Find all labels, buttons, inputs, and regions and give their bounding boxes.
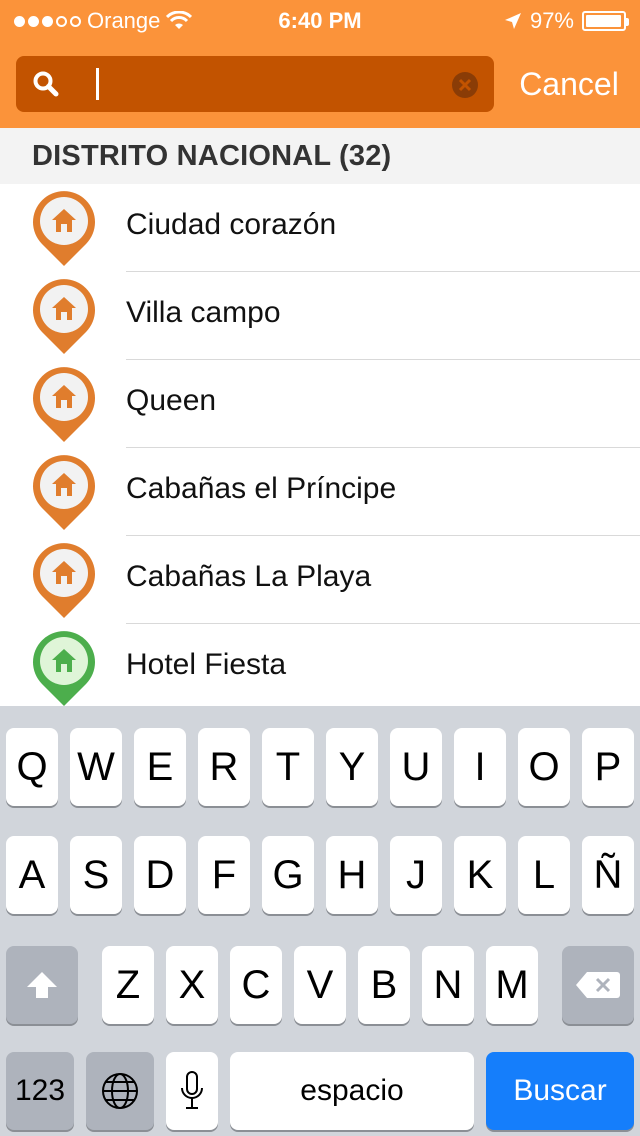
key-c[interactable]: C	[230, 946, 282, 1024]
microphone-icon	[181, 1071, 203, 1109]
key-d[interactable]: D	[134, 836, 186, 914]
key-m[interactable]: M	[486, 946, 538, 1024]
list-item[interactable]: Queen	[0, 360, 640, 448]
list-item-label: Queen	[126, 384, 217, 417]
backspace-icon	[576, 972, 620, 998]
space-key[interactable]: espacio	[230, 1052, 474, 1130]
list-item[interactable]: Cabañas La Playa	[0, 536, 640, 624]
list-item-label: Ciudad corazón	[126, 208, 337, 241]
key-i[interactable]: I	[454, 728, 506, 806]
list-item-label: Cabañas La Playa	[126, 560, 372, 593]
key-ñ[interactable]: Ñ	[582, 836, 634, 914]
key-q[interactable]: Q	[6, 728, 58, 806]
house-pin-icon	[33, 455, 95, 530]
key-n[interactable]: N	[422, 946, 474, 1024]
search-action-key[interactable]: Buscar	[486, 1052, 634, 1130]
house-pin-icon	[33, 367, 95, 442]
list-item[interactable]: Cabañas el Príncipe	[0, 448, 640, 536]
key-e[interactable]: E	[134, 728, 186, 806]
results-list: Ciudad corazón Villa campo Queen Cabañas el…	[0, 184, 640, 706]
key-j[interactable]: J	[390, 836, 442, 914]
cancel-button[interactable]: Cancel	[506, 62, 632, 106]
key-g[interactable]: G	[262, 836, 314, 914]
numbers-key[interactable]: 123	[6, 1052, 74, 1130]
key-s[interactable]: S	[70, 836, 122, 914]
house-pin-icon	[33, 543, 95, 618]
key-k[interactable]: K	[454, 836, 506, 914]
key-o[interactable]: O	[518, 728, 570, 806]
key-w[interactable]: W	[70, 728, 122, 806]
header-bar: Orange 6:40 PM 97% Cancel	[0, 0, 640, 128]
delete-key[interactable]	[562, 946, 634, 1024]
search-icon	[33, 71, 59, 97]
key-p[interactable]: P	[582, 728, 634, 806]
key-f[interactable]: F	[198, 836, 250, 914]
key-h[interactable]: H	[326, 836, 378, 914]
key-b[interactable]: B	[358, 946, 410, 1024]
status-bar: Orange 6:40 PM 97%	[0, 0, 640, 40]
shift-arrow-icon	[27, 972, 57, 998]
globe-key[interactable]	[86, 1052, 154, 1130]
list-item-label: Cabañas el Príncipe	[126, 472, 397, 505]
list-item[interactable]: Hotel Fiesta	[0, 624, 640, 706]
key-r[interactable]: R	[198, 728, 250, 806]
house-pin-icon	[33, 279, 95, 354]
clear-icon[interactable]	[450, 70, 480, 100]
keyboard: 123 espacio Buscar QWERTYUIOP ASDFGHJKLÑ Z…	[0, 706, 640, 1136]
dictation-key[interactable]	[166, 1052, 218, 1130]
key-a[interactable]: A	[6, 836, 58, 914]
key-l[interactable]: L	[518, 836, 570, 914]
house-pin-icon	[33, 631, 95, 706]
list-item[interactable]: Ciudad corazón	[0, 184, 640, 272]
key-z[interactable]: Z	[102, 946, 154, 1024]
key-x[interactable]: X	[166, 946, 218, 1024]
globe-icon	[102, 1073, 138, 1109]
section-header: DISTRITO NACIONAL (32)	[0, 128, 640, 184]
list-item-label: Hotel Fiesta	[126, 648, 287, 681]
battery-percentage: 97%	[529, 8, 574, 33]
search-field[interactable]	[16, 56, 494, 112]
shift-key[interactable]	[6, 946, 78, 1024]
list-item[interactable]: Villa campo	[0, 272, 640, 360]
text-cursor	[96, 68, 99, 100]
section-title: DISTRITO NACIONAL (32)	[32, 140, 392, 172]
key-y[interactable]: Y	[326, 728, 378, 806]
key-t[interactable]: T	[262, 728, 314, 806]
key-u[interactable]: U	[390, 728, 442, 806]
list-item-label: Villa campo	[126, 296, 281, 329]
key-v[interactable]: V	[294, 946, 346, 1024]
location-arrow-icon	[504, 13, 521, 29]
battery-icon	[582, 11, 629, 31]
house-pin-icon	[33, 191, 95, 266]
